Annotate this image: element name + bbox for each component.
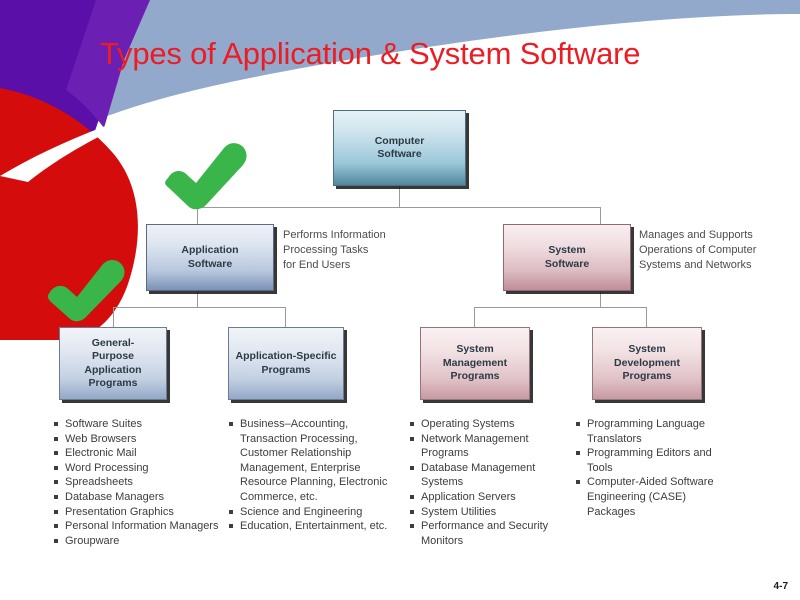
list-item: Word Processing — [54, 461, 219, 476]
node-system-software-label: System Software — [544, 244, 590, 270]
connector-to-application-specific — [285, 307, 286, 327]
list-item: Database Management Systems — [410, 461, 570, 490]
list-item: Personal Information Managers — [54, 519, 219, 534]
list-item: Presentation Graphics — [54, 505, 219, 520]
node-application-specific-programs[interactable]: Application-Specific Programs — [228, 327, 344, 400]
node-general-purpose-application-programs[interactable]: General- Purpose Application Programs — [59, 327, 167, 400]
list-item: Groupware — [54, 534, 219, 549]
list-item: Web Browsers — [54, 432, 219, 447]
node-computer-software-label: Computer Software — [374, 134, 425, 161]
node-application-specific-label: Application-Specific Programs — [235, 350, 337, 376]
page-number: 4-7 — [773, 581, 788, 592]
list-item: Database Managers — [54, 490, 219, 505]
connector-root-stem — [399, 186, 400, 208]
node-general-purpose-label: General- Purpose Application Programs — [84, 336, 142, 390]
connector-to-system-development — [646, 307, 647, 327]
list-system-development-programs: Programming Language Translators Programm… — [576, 417, 726, 519]
list-item: Operating Systems — [410, 417, 570, 432]
annotation-system-software: Manages and Supports Operations of Comput… — [639, 229, 757, 271]
slide: Types of Application & System Software C… — [0, 0, 800, 600]
list-item: Computer-Aided Software Engineering (CAS… — [576, 475, 726, 519]
connector-to-system — [600, 207, 601, 224]
connector-to-system-management — [474, 307, 475, 327]
list-item: Programming Language Translators — [576, 417, 726, 446]
list-item: System Utilities — [410, 505, 570, 520]
check-mark-icon-lower — [47, 259, 125, 322]
annotation-application-software: Performs Information Processing Tasks for … — [283, 229, 386, 271]
node-system-management-programs[interactable]: System Management Programs — [420, 327, 530, 400]
list-item: Spreadsheets — [54, 475, 219, 490]
connector-level3-left-bar — [113, 307, 285, 308]
node-application-software-label: Application Software — [181, 244, 239, 270]
list-item: Education, Entertainment, etc. — [229, 519, 394, 534]
list-system-management-programs: Operating Systems Network Management Prog… — [410, 417, 570, 548]
node-application-software[interactable]: Application Software — [146, 224, 274, 291]
list-item: Electronic Mail — [54, 446, 219, 461]
list-item: Network Management Programs — [410, 432, 570, 461]
connector-level2-bar — [197, 207, 601, 208]
node-system-software[interactable]: System Software — [503, 224, 631, 291]
list-item: Software Suites — [54, 417, 219, 432]
white-blend-shape — [0, 102, 176, 182]
connector-application-stem — [197, 291, 198, 308]
connector-system-stem — [600, 291, 601, 308]
connector-level3-right-bar — [474, 307, 646, 308]
node-system-management-label: System Management Programs — [442, 343, 508, 383]
page-title: Types of Application & System Software — [100, 36, 641, 71]
list-item: Business–Accounting, Transaction Process… — [229, 417, 394, 505]
node-computer-software[interactable]: Computer Software — [333, 110, 466, 186]
node-system-development-label: System Development Programs — [614, 343, 680, 383]
list-item: Application Servers — [410, 490, 570, 505]
list-item: Programming Editors and Tools — [576, 446, 726, 475]
list-item: Performance and Security Monitors — [410, 519, 570, 548]
check-mark-icon-upper — [165, 143, 247, 210]
node-system-development-programs[interactable]: System Development Programs — [592, 327, 702, 400]
list-application-specific-programs: Business–Accounting, Transaction Process… — [229, 417, 394, 534]
list-general-purpose-programs: Software Suites Web Browsers Electronic Ma… — [54, 417, 219, 548]
list-item: Science and Engineering — [229, 505, 394, 520]
